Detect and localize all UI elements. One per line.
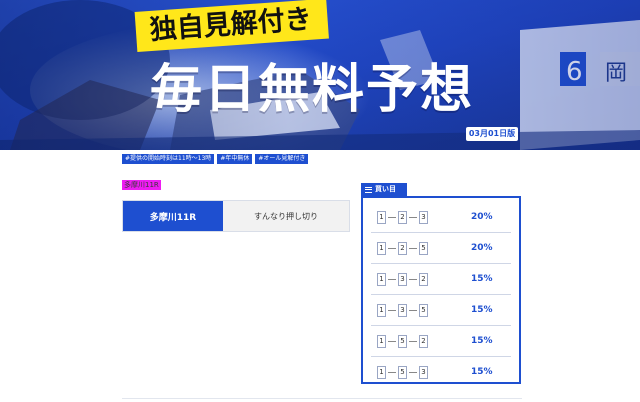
tag-list: #提供の開始時刻は11時〜13時 #年中無休 #オール見解付き bbox=[122, 154, 309, 164]
boat-number: 1 bbox=[377, 242, 386, 255]
bet-row: 1 2 3 20% bbox=[371, 202, 511, 233]
bet-allocation: 15% bbox=[471, 336, 493, 346]
separator-dash bbox=[388, 310, 396, 311]
bet-allocation: 15% bbox=[471, 274, 493, 284]
bet-allocation: 20% bbox=[471, 212, 493, 222]
bet-allocation: 20% bbox=[471, 243, 493, 253]
boat-number: 1 bbox=[377, 366, 386, 379]
separator-dash bbox=[409, 279, 417, 280]
boat-number: 2 bbox=[398, 242, 407, 255]
boat-number: 5 bbox=[398, 366, 407, 379]
boat-number: 5 bbox=[419, 242, 428, 255]
separator-dash bbox=[409, 341, 417, 342]
hero-title: 毎日無料予想 bbox=[150, 60, 475, 120]
separator-dash bbox=[388, 279, 396, 280]
tag-open-all-year[interactable]: #年中無休 bbox=[217, 154, 253, 164]
separator-dash bbox=[409, 310, 417, 311]
boat-number: 3 bbox=[398, 273, 407, 286]
bet-row: 1 3 2 15% bbox=[371, 264, 511, 295]
bet-row: 1 5 2 15% bbox=[371, 326, 511, 357]
bets-header-label: 買い目 bbox=[375, 185, 396, 193]
bet-row: 1 3 5 15% bbox=[371, 295, 511, 326]
separator-dash bbox=[409, 372, 417, 373]
separator-dash bbox=[388, 248, 396, 249]
boat-number: 3 bbox=[398, 304, 407, 317]
race-description: すんなり押し切り bbox=[223, 201, 349, 231]
bets-panel: 1 2 3 20% 1 2 5 20% 1 3 2 15% 1 3 5 15% … bbox=[361, 196, 521, 384]
bet-row: 1 2 5 20% bbox=[371, 233, 511, 264]
bet-allocation: 15% bbox=[471, 367, 493, 377]
race-summary: 多摩川11R すんなり押し切り bbox=[122, 200, 350, 232]
race-tab[interactable]: 多摩川11R bbox=[123, 201, 223, 231]
tag-hours[interactable]: #提供の開始時刻は11時〜13時 bbox=[122, 154, 215, 164]
boat-number: 3 bbox=[419, 366, 428, 379]
race-name-highlight: 多摩川11R bbox=[122, 180, 161, 190]
hero-banner: 6 岡 独自見解付き 毎日無料予想 03月01日版 bbox=[0, 0, 640, 150]
separator-dash bbox=[409, 248, 417, 249]
bets-header: 買い目 bbox=[361, 183, 407, 196]
boat-number: 1 bbox=[377, 273, 386, 286]
boat-number: 1 bbox=[377, 304, 386, 317]
list-icon bbox=[365, 186, 372, 193]
boat-number: 3 bbox=[419, 211, 428, 224]
tag-with-commentary[interactable]: #オール見解付き bbox=[255, 154, 309, 164]
boat-number: 2 bbox=[419, 273, 428, 286]
boat-number: 5 bbox=[419, 304, 428, 317]
boat-number: 5 bbox=[398, 335, 407, 348]
boat-number: 1 bbox=[377, 335, 386, 348]
boat-number: 1 bbox=[377, 211, 386, 224]
boat-number: 2 bbox=[398, 211, 407, 224]
separator-dash bbox=[388, 372, 396, 373]
separator-dash bbox=[409, 217, 417, 218]
boat-number: 2 bbox=[419, 335, 428, 348]
edition-date-badge: 03月01日版 bbox=[466, 127, 518, 141]
separator-dash bbox=[388, 341, 396, 342]
bet-row: 1 5 3 15% bbox=[371, 357, 511, 388]
divider bbox=[122, 398, 522, 399]
bet-allocation: 15% bbox=[471, 305, 493, 315]
separator-dash bbox=[388, 217, 396, 218]
